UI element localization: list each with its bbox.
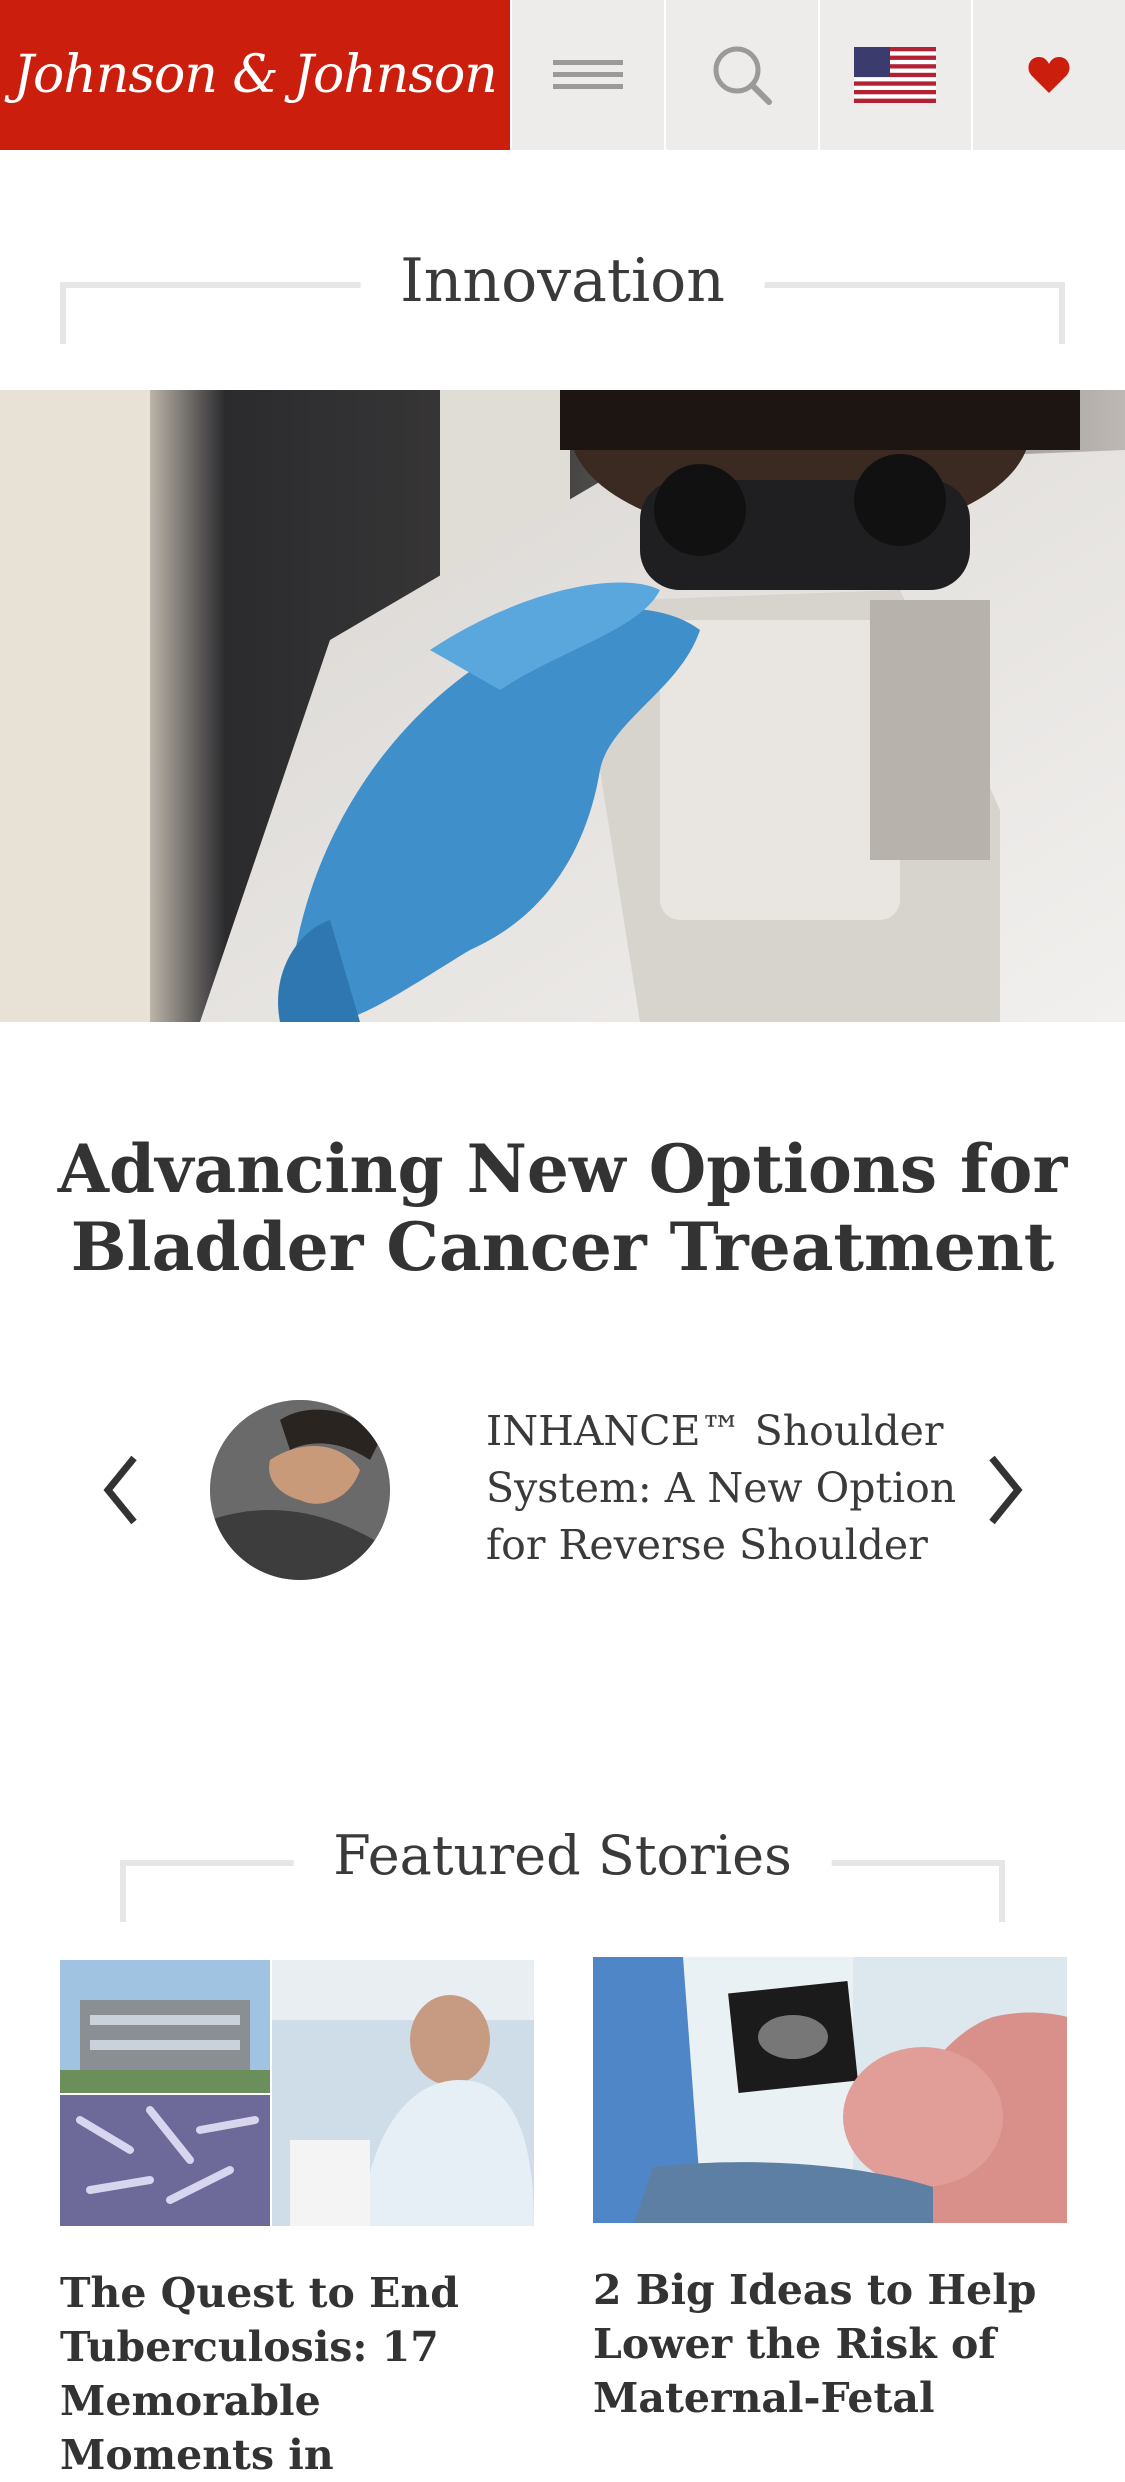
shoulder-thumbnail-image	[210, 1400, 390, 1580]
story-image	[60, 1960, 534, 2226]
logo[interactable]: Johnson & Johnson	[0, 0, 510, 150]
carousel-thumbnail[interactable]	[210, 1400, 390, 1580]
tuberculosis-collage-image	[60, 1960, 534, 2226]
country-selector-button[interactable]	[817, 0, 972, 150]
story-title[interactable]: The Quest to End Tuberculosis: 17 Memora…	[60, 2266, 534, 2482]
logo-text: Johnson & Johnson	[13, 45, 498, 105]
site-header: Johnson & Johnson	[0, 0, 1125, 150]
carousel-prev-button[interactable]	[98, 1450, 148, 1530]
story-card[interactable]: 2 Big Ideas to Help Lower the Risk of Ma…	[593, 1957, 1067, 2425]
menu-button[interactable]	[510, 0, 664, 150]
story-carousel: INHANCE™ Shoulder System: A New Option f…	[0, 1395, 1125, 1585]
article-headline[interactable]: Advancing New Options for Bladder Cancer…	[0, 1130, 1125, 1286]
innovation-section-heading: Innovation	[60, 246, 1065, 344]
section-title: Featured Stories	[293, 1824, 832, 1887]
story-image	[593, 1957, 1067, 2223]
chevron-left-icon	[103, 1455, 137, 1525]
chevron-right-icon	[989, 1455, 1023, 1525]
featured-stories-heading: Featured Stories	[120, 1824, 1005, 1922]
us-flag-icon	[854, 47, 937, 103]
story-title[interactable]: 2 Big Ideas to Help Lower the Risk of Ma…	[593, 2263, 1067, 2425]
search-icon	[713, 46, 772, 105]
favorites-button[interactable]	[971, 0, 1125, 150]
carousel-item-title[interactable]: INHANCE™ Shoulder System: A New Option f…	[486, 1403, 986, 1574]
prenatal-ultrasound-image	[593, 1957, 1067, 2223]
hamburger-menu-icon	[552, 60, 623, 89]
story-card[interactable]: The Quest to End Tuberculosis: 17 Memora…	[60, 1960, 534, 2482]
section-title: Innovation	[360, 246, 765, 316]
hero-illustration	[0, 390, 1125, 1022]
carousel-next-button[interactable]	[978, 1450, 1028, 1530]
heart-icon	[1028, 57, 1070, 93]
search-button[interactable]	[663, 0, 818, 150]
hero-image[interactable]	[0, 390, 1125, 1022]
